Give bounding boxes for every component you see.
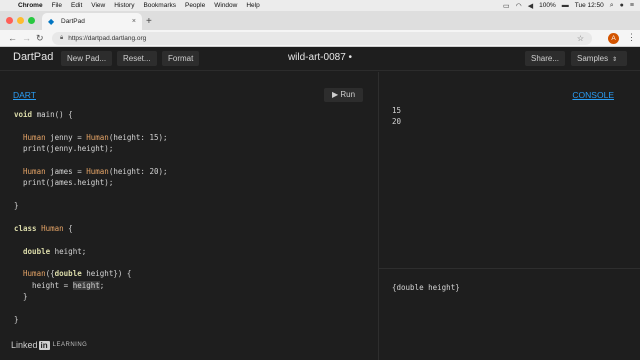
doc-text: {double height} bbox=[392, 283, 460, 292]
url-text: https://dartpad.dartlang.org bbox=[68, 35, 147, 42]
format-button[interactable]: Format bbox=[162, 51, 200, 66]
console-line: 15 bbox=[392, 106, 402, 115]
reset-button[interactable]: Reset... bbox=[117, 51, 157, 66]
code-line: Human jenny = Human(height: 15); bbox=[23, 132, 168, 142]
menu-people[interactable]: People bbox=[185, 2, 205, 9]
menu-help[interactable]: Help bbox=[246, 2, 259, 9]
forward-icon[interactable]: → bbox=[22, 33, 31, 43]
bookmark-star-icon[interactable]: ☆ bbox=[577, 34, 584, 43]
code-line: class Human { bbox=[14, 223, 73, 233]
battery-icon[interactable]: ▬ bbox=[562, 2, 569, 9]
source-code[interactable]: void main() { Human jenny = Human(height… bbox=[14, 109, 168, 325]
profile-avatar[interactable]: A bbox=[608, 33, 619, 44]
code-line: print(james.height); bbox=[14, 178, 114, 188]
user-icon[interactable]: ● bbox=[620, 2, 624, 9]
menu-view[interactable]: View bbox=[91, 2, 105, 9]
tab-dart[interactable]: DART bbox=[13, 90, 36, 100]
documentation-panel: {double height} bbox=[379, 268, 640, 360]
console-output: 15 20 bbox=[392, 105, 401, 128]
screen-share-icon[interactable]: ▭ bbox=[503, 2, 510, 10]
battery-percent: 100% bbox=[539, 2, 556, 9]
notification-center-icon[interactable]: ≡ bbox=[630, 2, 634, 9]
address-bar-row: ← → ↻ 🔒︎ https://dartpad.dartlang.org ☆ … bbox=[0, 30, 640, 47]
window-controls bbox=[6, 17, 35, 24]
url-field[interactable]: 🔒︎ https://dartpad.dartlang.org ☆ bbox=[52, 32, 592, 45]
back-icon[interactable]: ← bbox=[8, 33, 17, 43]
close-window-icon[interactable] bbox=[6, 17, 13, 24]
dart-favicon-icon: ◆ bbox=[48, 16, 55, 26]
code-line: } bbox=[14, 292, 28, 302]
watermark-linked: Linked bbox=[11, 340, 38, 350]
mac-menu-bar: Chrome File Edit View History Bookmarks … bbox=[0, 0, 640, 11]
tab-close-icon[interactable]: × bbox=[132, 18, 136, 25]
menubar-clock[interactable]: Tue 12:50 bbox=[575, 2, 604, 9]
menu-edit[interactable]: Edit bbox=[71, 2, 82, 9]
code-line: Human({double height}) { bbox=[23, 269, 132, 279]
play-icon: ▶ bbox=[332, 90, 339, 99]
menu-bookmarks[interactable]: Bookmarks bbox=[143, 2, 176, 9]
linkedin-learning-watermark: Linked in LEARNING bbox=[11, 340, 87, 350]
menu-file[interactable]: File bbox=[52, 2, 62, 9]
minimize-window-icon[interactable] bbox=[17, 17, 24, 24]
console-pane: CONSOLE 15 20 bbox=[379, 72, 640, 268]
menu-history[interactable]: History bbox=[114, 2, 134, 9]
code-line: } bbox=[14, 315, 19, 325]
lock-icon[interactable]: 🔒︎ bbox=[60, 35, 63, 42]
menu-chrome[interactable]: Chrome bbox=[18, 2, 43, 9]
spotlight-search-icon[interactable]: ⌕ bbox=[610, 2, 614, 10]
pad-title[interactable]: wild-art-0087 • bbox=[288, 52, 352, 63]
watermark-in: in bbox=[38, 340, 50, 350]
dartpad-logo[interactable]: DartPad bbox=[13, 51, 53, 63]
code-line: void main() { bbox=[14, 110, 73, 119]
code-line: Human james = Human(height: 20); bbox=[23, 166, 168, 176]
chevron-updown-icon: ⇕ bbox=[612, 57, 618, 63]
chrome-menu-icon[interactable]: ⋮ bbox=[627, 32, 636, 43]
browser-tab-strip: ◆ DartPad × + bbox=[0, 11, 640, 30]
run-label: Run bbox=[340, 90, 356, 99]
code-line: } bbox=[14, 201, 19, 211]
run-button[interactable]: ▶ Run bbox=[324, 88, 364, 102]
browser-tab-dartpad[interactable]: ◆ DartPad × bbox=[42, 13, 142, 30]
code-line: height = height; bbox=[14, 280, 105, 290]
tab-console[interactable]: CONSOLE bbox=[572, 90, 614, 100]
code-editor-pane[interactable]: DART ▶ Run void main() { Human jenny = H… bbox=[0, 72, 378, 360]
dartpad-header: DartPad New Pad... Reset... Format wild-… bbox=[0, 47, 640, 71]
console-line: 20 bbox=[392, 117, 402, 127]
code-line: print(jenny.height); bbox=[14, 144, 114, 154]
volume-icon[interactable]: ◀ bbox=[528, 2, 533, 10]
wifi-icon[interactable]: ◠ bbox=[516, 2, 522, 10]
samples-label: Samples bbox=[577, 54, 609, 63]
new-pad-button[interactable]: New Pad... bbox=[61, 51, 113, 66]
tab-title: DartPad bbox=[61, 18, 85, 25]
samples-dropdown[interactable]: Samples ⇕ bbox=[571, 51, 627, 66]
share-button[interactable]: Share... bbox=[525, 51, 566, 66]
reload-icon[interactable]: ↻ bbox=[36, 33, 44, 44]
menu-window[interactable]: Window bbox=[214, 2, 237, 9]
watermark-learning: LEARNING bbox=[52, 342, 88, 348]
new-tab-icon[interactable]: + bbox=[146, 16, 152, 27]
code-line: double height; bbox=[23, 246, 87, 256]
maximize-window-icon[interactable] bbox=[28, 17, 35, 24]
